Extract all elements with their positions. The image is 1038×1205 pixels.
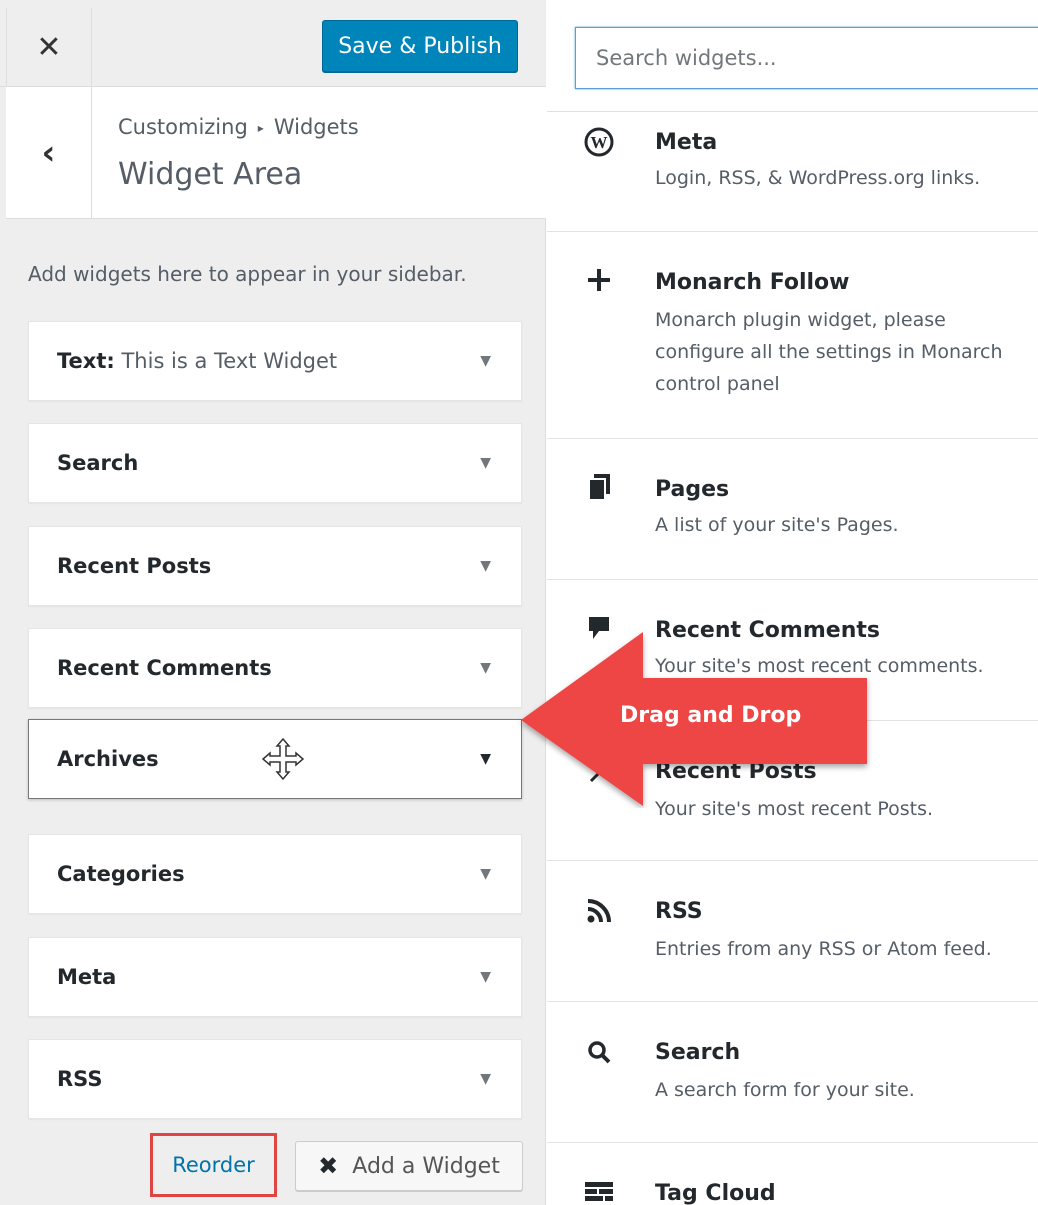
expand-arrow-icon[interactable]: ▼ bbox=[480, 455, 491, 471]
widget-title: Tag Cloud bbox=[655, 1181, 776, 1205]
widget-description: A search form for your site. bbox=[655, 1079, 915, 1101]
widget-row-label: Recent Posts bbox=[57, 554, 211, 578]
widget-title: Search bbox=[655, 1040, 741, 1065]
widget-row-rss[interactable]: RSS ▼ bbox=[28, 1039, 522, 1119]
widget-subtitle: This is a Text Widget bbox=[121, 349, 338, 373]
expand-arrow-icon[interactable]: ▼ bbox=[480, 1071, 491, 1087]
available-widget-rss[interactable]: RSS Entries from any RSS or Atom feed. bbox=[547, 861, 1038, 1002]
widget-title: RSS bbox=[57, 1067, 103, 1091]
rss-icon bbox=[583, 895, 615, 927]
pages-icon bbox=[583, 471, 615, 503]
save-publish-button[interactable]: Save & Publish bbox=[322, 20, 518, 72]
widget-title: Archives bbox=[57, 747, 159, 771]
widget-title: RSS bbox=[655, 899, 703, 924]
widget-title: Monarch Follow bbox=[655, 270, 850, 295]
expand-arrow-icon[interactable]: ▼ bbox=[480, 353, 491, 369]
widget-title: Search bbox=[57, 451, 139, 475]
expand-arrow-icon[interactable]: ▼ bbox=[480, 969, 491, 985]
available-widget-monarch-follow[interactable]: Monarch Follow Monarch plugin widget, pl… bbox=[547, 232, 1038, 439]
available-widgets-panel: W Meta Login, RSS, & WordPress.org links… bbox=[547, 0, 1038, 1205]
expand-arrow-icon[interactable]: ▼ bbox=[480, 558, 491, 574]
sidebar-description: Add widgets here to appear in your sideb… bbox=[28, 262, 467, 286]
widget-description: A list of your site's Pages. bbox=[655, 514, 899, 536]
available-widget-search[interactable]: Search A search form for your site. bbox=[547, 1002, 1038, 1143]
widget-row-label: Text: This is a Text Widget bbox=[57, 349, 338, 373]
widget-row-label: Categories bbox=[57, 862, 185, 886]
chevron-left-icon: ‹ bbox=[41, 133, 56, 173]
close-icon: ✕ bbox=[36, 30, 62, 65]
widget-description: Login, RSS, & WordPress.org links. bbox=[655, 167, 981, 189]
widget-row-search[interactable]: Search ▼ bbox=[28, 423, 522, 503]
search-icon bbox=[583, 1036, 615, 1068]
close-x-icon: ✖ bbox=[318, 1152, 339, 1180]
close-customizer-button[interactable]: ✕ bbox=[6, 8, 92, 87]
wordpress-icon: W bbox=[583, 126, 615, 158]
breadcrumb-current: Widgets bbox=[273, 115, 359, 139]
reorder-link[interactable]: Reorder bbox=[150, 1133, 277, 1197]
move-cursor-icon bbox=[261, 737, 305, 781]
search-widgets-input[interactable] bbox=[575, 27, 1038, 89]
svg-text:W: W bbox=[591, 133, 608, 152]
section-header: ‹ Customizing ▸ Widgets Widget Area bbox=[6, 87, 546, 219]
plus-icon bbox=[583, 264, 615, 296]
widget-description: Entries from any RSS or Atom feed. bbox=[655, 938, 992, 960]
widget-title: Meta bbox=[57, 965, 117, 989]
widget-row-recent-comments[interactable]: Recent Comments ▼ bbox=[28, 628, 522, 708]
available-widget-tag-cloud[interactable]: Tag Cloud bbox=[547, 1143, 1038, 1205]
widget-row-label: Archives bbox=[57, 747, 159, 771]
customizer-topbar: ✕ Save & Publish bbox=[0, 0, 546, 87]
available-widget-meta[interactable]: W Meta Login, RSS, & WordPress.org links… bbox=[547, 112, 1038, 232]
widget-title: Recent Comments bbox=[57, 656, 272, 680]
add-widget-label: Add a Widget bbox=[352, 1153, 500, 1179]
back-button[interactable]: ‹ bbox=[6, 87, 92, 219]
widget-description: Monarch plugin widget, please configure … bbox=[655, 309, 1003, 395]
customizer-sidebar: ✕ Save & Publish ‹ Customizing ▸ Widgets W… bbox=[0, 0, 546, 1205]
widget-title: Text bbox=[57, 349, 107, 373]
widget-search-bar bbox=[547, 0, 1038, 112]
breadcrumb-root: Customizing bbox=[118, 115, 248, 139]
drag-drop-label: Drag and Drop bbox=[620, 703, 802, 728]
expand-arrow-icon[interactable]: ▼ bbox=[480, 866, 491, 882]
widget-row-label: RSS bbox=[57, 1067, 102, 1091]
expand-arrow-icon[interactable]: ▼ bbox=[480, 751, 491, 767]
widget-title: Categories bbox=[57, 862, 185, 886]
widget-title: Meta bbox=[655, 130, 718, 155]
widget-row-label: Recent Comments bbox=[57, 656, 272, 680]
add-widget-button[interactable]: ✖ Add a Widget bbox=[295, 1141, 523, 1191]
widget-row-label: Search bbox=[57, 451, 138, 475]
widget-row-text[interactable]: Text: This is a Text Widget ▼ bbox=[28, 321, 522, 401]
widget-row-categories[interactable]: Categories ▼ bbox=[28, 834, 522, 914]
widget-row-recent-posts[interactable]: Recent Posts ▼ bbox=[28, 526, 522, 606]
tag-cloud-icon bbox=[583, 1177, 615, 1205]
page-title: Widget Area bbox=[118, 157, 303, 192]
expand-arrow-icon[interactable]: ▼ bbox=[480, 660, 491, 676]
widget-row-meta[interactable]: Meta ▼ bbox=[28, 937, 522, 1017]
widget-title: Recent Posts bbox=[57, 554, 212, 578]
breadcrumb: Customizing ▸ Widgets bbox=[118, 115, 359, 139]
breadcrumb-separator-icon: ▸ bbox=[257, 121, 264, 135]
widget-title: Pages bbox=[655, 477, 730, 502]
widget-row-archives[interactable]: Archives ▼ bbox=[28, 719, 522, 799]
available-widget-pages[interactable]: Pages A list of your site's Pages. bbox=[547, 439, 1038, 580]
widget-row-label: Meta bbox=[57, 965, 116, 989]
